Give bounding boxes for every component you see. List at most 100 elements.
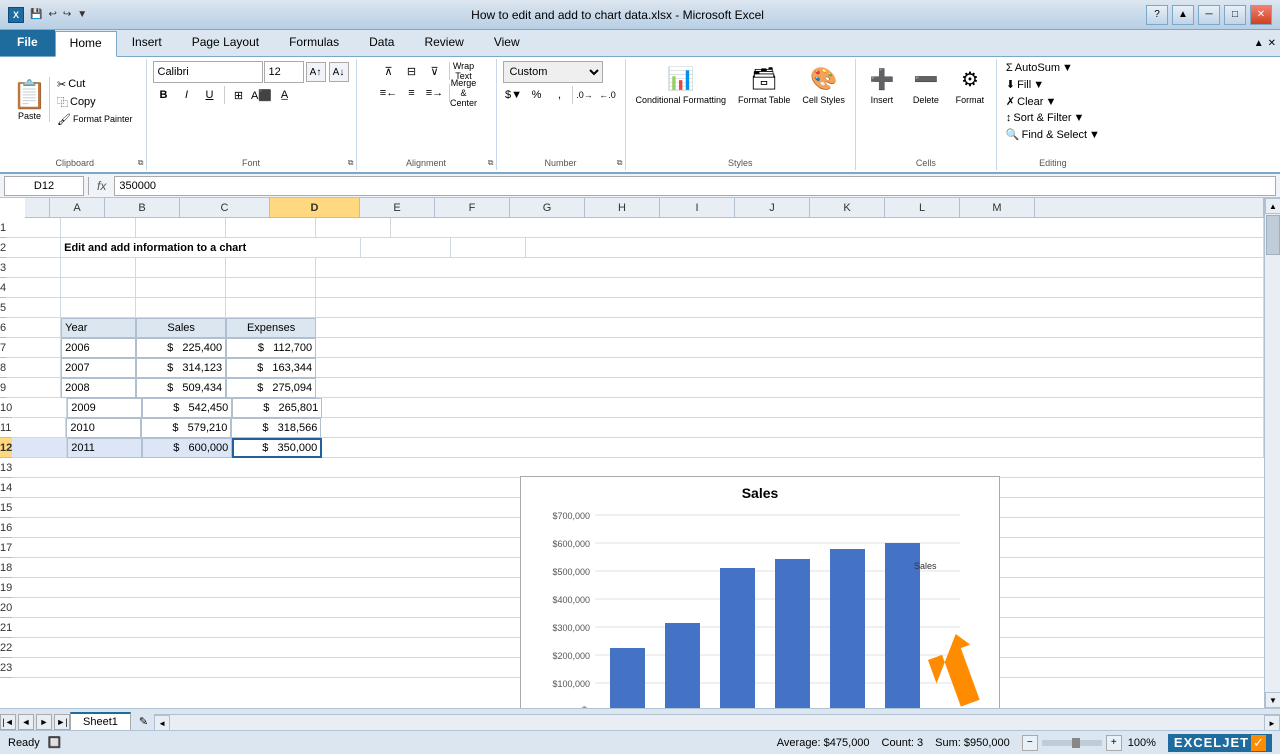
cell-A5[interactable]	[6, 298, 61, 318]
scroll-up-btn[interactable]: ▲	[1265, 198, 1280, 214]
cell-D7[interactable]: $ 112,700	[226, 338, 316, 358]
row-header-10[interactable]: 10	[0, 398, 12, 418]
col-header-G[interactable]: G	[510, 198, 585, 217]
save-quick-btn[interactable]: 💾	[28, 7, 44, 22]
conditional-formatting-btn[interactable]: 📊 Conditional Formatting	[632, 61, 731, 108]
ribbon-minimize-btn[interactable]: ▲	[1172, 5, 1194, 25]
last-sheet-btn[interactable]: ►|	[54, 714, 70, 730]
cell-C10[interactable]: $ 542,450	[142, 398, 232, 418]
col-header-I[interactable]: I	[660, 198, 735, 217]
fill-dropdown[interactable]: ▼	[1033, 79, 1044, 91]
redo-quick-btn[interactable]: ↪	[61, 7, 73, 22]
row-header-12[interactable]: 12	[0, 438, 12, 458]
cell-B6[interactable]: Year	[61, 318, 136, 338]
format-painter-button[interactable]: 🖌 Format Painter	[54, 112, 136, 127]
increase-decimal-btn[interactable]: .0→	[574, 85, 596, 105]
formula-input[interactable]	[114, 176, 1276, 196]
cell-B8[interactable]: 2007	[61, 358, 136, 378]
cell-A4[interactable]	[6, 278, 61, 298]
cell-C7[interactable]: $ 225,400	[136, 338, 226, 358]
font-size-input[interactable]	[264, 61, 304, 83]
insert-sheet-btn[interactable]: ✎	[133, 713, 154, 730]
cell-C4[interactable]	[136, 278, 226, 298]
col-header-K[interactable]: K	[810, 198, 885, 217]
cell-B10[interactable]: 2009	[67, 398, 142, 418]
sheet-tab-sheet1[interactable]: Sheet1	[70, 712, 131, 730]
cut-button[interactable]: ✂ Cut	[54, 77, 136, 92]
clear-btn[interactable]: ✗ Clear ▼	[1003, 94, 1059, 109]
cell-C11[interactable]: $ 579,210	[141, 418, 231, 438]
row-header-11[interactable]: 11	[0, 418, 11, 438]
cell-13[interactable]	[12, 458, 1264, 478]
tab-review[interactable]: Review	[409, 30, 478, 56]
cell-D3[interactable]	[226, 258, 316, 278]
bold-button[interactable]: B	[153, 85, 175, 105]
cell-C3[interactable]	[136, 258, 226, 278]
prev-sheet-btn[interactable]: ◄	[18, 714, 34, 730]
font-color-button[interactable]: A̲	[274, 85, 296, 105]
clear-dropdown[interactable]: ▼	[1045, 96, 1056, 108]
cell-styles-btn[interactable]: 🎨 Cell Styles	[798, 61, 849, 108]
maximize-btn[interactable]: □	[1224, 5, 1246, 25]
cell-C5[interactable]	[136, 298, 226, 318]
tab-file[interactable]: File	[0, 30, 55, 56]
format-cells-btn[interactable]: ⚙ Format	[950, 61, 990, 108]
tab-data[interactable]: Data	[354, 30, 409, 56]
cell-A8[interactable]	[6, 358, 61, 378]
underline-button[interactable]: U	[199, 85, 221, 105]
percent-btn[interactable]: %	[526, 85, 548, 105]
zoom-in-btn[interactable]: +	[1106, 735, 1122, 751]
col-header-J[interactable]: J	[735, 198, 810, 217]
col-header-M[interactable]: M	[960, 198, 1035, 217]
cell-A2[interactable]	[6, 238, 61, 258]
chart-container[interactable]: Sales $700,000 $600,000 $500,000 $400,00…	[520, 476, 1000, 708]
cell-D1[interactable]	[226, 218, 316, 238]
horizontal-scrollbar[interactable]: ◄ ►	[154, 714, 1280, 730]
font-decrease-btn[interactable]: A↓	[329, 62, 349, 82]
scroll-track[interactable]	[1265, 214, 1280, 692]
cell-C9[interactable]: $ 509,434	[136, 378, 226, 398]
cell-B7[interactable]: 2006	[61, 338, 136, 358]
align-center-btn[interactable]: ≡	[401, 83, 423, 103]
italic-button[interactable]: I	[176, 85, 198, 105]
tab-formulas[interactable]: Formulas	[274, 30, 354, 56]
vertical-scrollbar[interactable]: ▲ ▼	[1264, 198, 1280, 708]
quick-access-more[interactable]: ▼	[75, 7, 89, 22]
cell-B4[interactable]	[61, 278, 136, 298]
cell-D2[interactable]	[361, 238, 451, 258]
cell-E2[interactable]	[451, 238, 526, 258]
format-table-btn[interactable]: 🗃 Format Table	[734, 61, 794, 108]
signin-btn[interactable]: ▲	[1254, 38, 1264, 49]
number-format-select[interactable]: Custom General Number Currency Accountin…	[503, 61, 603, 83]
fill-btn[interactable]: ⬇ Fill ▼	[1003, 77, 1047, 92]
number-expand-icon[interactable]: ⧉	[617, 158, 623, 168]
cell-A11[interactable]	[11, 418, 66, 438]
find-select-btn[interactable]: 🔍 Find & Select ▼	[1003, 127, 1103, 142]
exceljet-logo[interactable]: EXCELJET ✓	[1168, 734, 1272, 752]
tab-home[interactable]: Home	[55, 31, 117, 57]
hscroll-track[interactable]	[170, 715, 1264, 730]
cell-B1[interactable]	[61, 218, 136, 238]
align-bottom-btn[interactable]: ⊽	[424, 61, 446, 81]
clipboard-expand-icon[interactable]: ⧉	[138, 158, 144, 168]
minimize-btn[interactable]: ─	[1198, 5, 1220, 25]
paste-button[interactable]: 📋 Paste	[10, 77, 50, 122]
find-dropdown[interactable]: ▼	[1089, 129, 1100, 141]
cell-A9[interactable]	[6, 378, 61, 398]
undo-quick-btn[interactable]: ↩	[46, 7, 58, 22]
col-header-H[interactable]: H	[585, 198, 660, 217]
cell-E1[interactable]	[316, 218, 391, 238]
merge-center-btn[interactable]: Merge & Center	[453, 83, 475, 103]
page-layout-btn[interactable]: 🔲	[48, 736, 62, 749]
comma-btn[interactable]: ,	[549, 85, 571, 105]
zoom-out-btn[interactable]: −	[1022, 735, 1038, 751]
cell-reference-box[interactable]	[4, 176, 84, 196]
cell-D10[interactable]: $ 265,801	[232, 398, 322, 418]
delete-cells-btn[interactable]: ➖ Delete	[906, 61, 946, 108]
autosum-dropdown[interactable]: ▼	[1062, 62, 1073, 74]
align-top-btn[interactable]: ⊼	[378, 61, 400, 81]
cell-D11[interactable]: $ 318,566	[231, 418, 321, 438]
close-ribbon-btn[interactable]: ✕	[1268, 38, 1276, 49]
cell-D5[interactable]	[226, 298, 316, 318]
help-btn[interactable]: ?	[1146, 5, 1168, 25]
